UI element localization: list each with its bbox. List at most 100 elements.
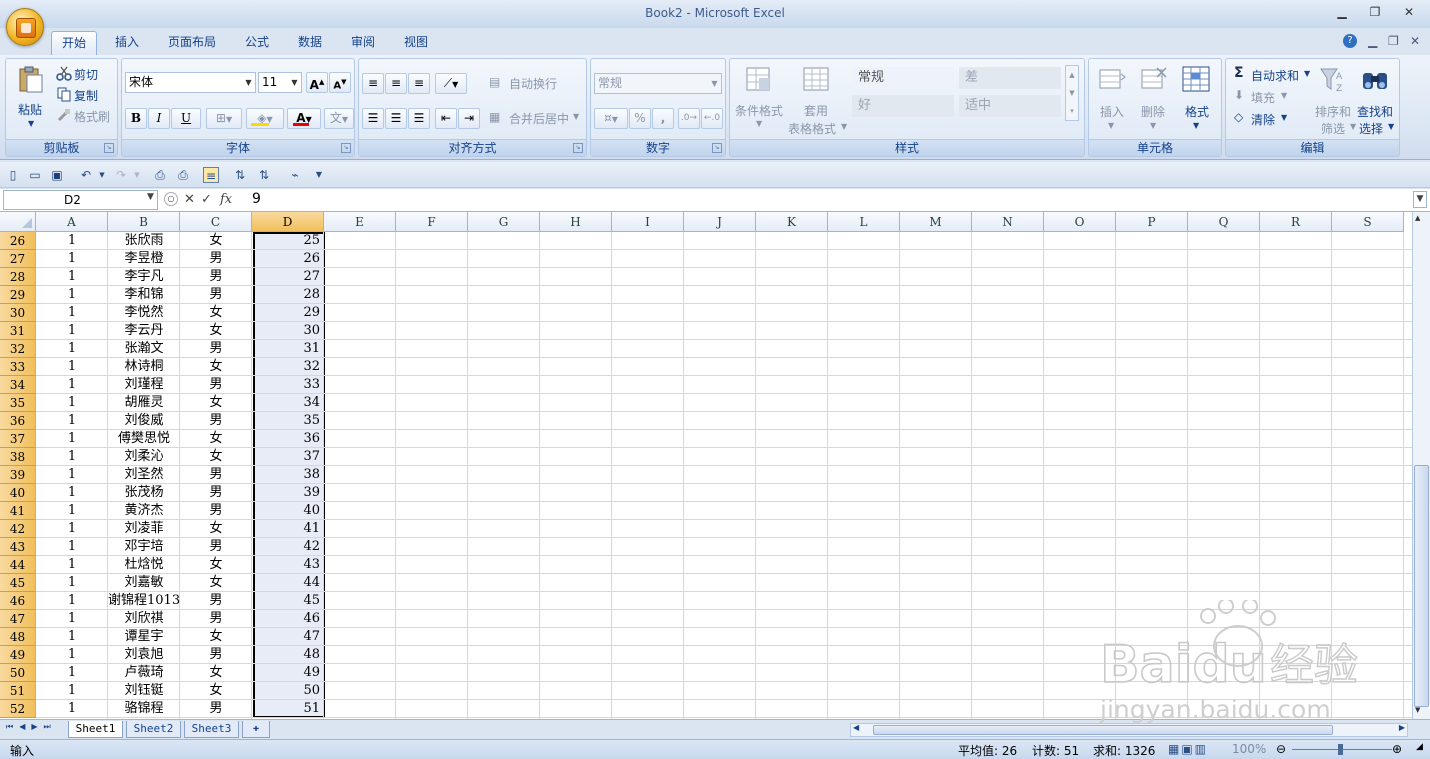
style-good[interactable]: 好 — [852, 95, 954, 117]
cell-a[interactable]: 1 — [36, 646, 108, 664]
format-painter-button[interactable]: 格式刷 — [74, 108, 110, 125]
cell-c[interactable]: 男 — [180, 466, 252, 484]
formula-expand-icon[interactable]: ▼ — [1413, 191, 1427, 208]
format-painter-qat-icon[interactable]: ⌁ — [287, 167, 303, 183]
cell-a[interactable]: 1 — [36, 466, 108, 484]
underline-button[interactable]: U — [171, 108, 201, 129]
cell-d[interactable]: 36 — [252, 430, 324, 448]
cell-a[interactable]: 1 — [36, 340, 108, 358]
row-header[interactable]: 40 — [0, 484, 36, 502]
undo-icon[interactable]: ↶ — [78, 167, 94, 183]
cell-a[interactable]: 1 — [36, 574, 108, 592]
clipboard-launcher-icon[interactable]: ↘ — [104, 143, 114, 153]
copy-icon[interactable] — [56, 86, 72, 102]
close-icon[interactable]: ✕ — [1397, 5, 1421, 21]
sheet-nav-icons[interactable]: ⏮◀▶⏭ — [6, 722, 57, 732]
cell-c[interactable]: 女 — [180, 232, 252, 250]
row-header[interactable]: 33 — [0, 358, 36, 376]
cut-button[interactable]: 剪切 — [74, 66, 98, 83]
decrease-decimal-icon[interactable]: ←.0 — [701, 108, 723, 129]
insert-cells-button[interactable]: 插入 — [1100, 103, 1124, 120]
delete-dropdown-icon[interactable]: ▼ — [1150, 121, 1156, 130]
font-size-combo[interactable]: 11 ▼ — [258, 72, 302, 93]
scroll-up-icon[interactable]: ▲ — [1415, 214, 1420, 222]
column-header-i[interactable]: I — [612, 212, 684, 232]
column-header-s[interactable]: S — [1332, 212, 1404, 232]
style-neutral[interactable]: 适中 — [959, 95, 1061, 117]
find-binoculars-icon[interactable] — [1360, 65, 1390, 95]
zoom-level[interactable]: 100% — [1232, 742, 1266, 756]
cell-c[interactable]: 女 — [180, 628, 252, 646]
column-header-n[interactable]: N — [972, 212, 1044, 232]
cell-b[interactable]: 卢薇琦 — [108, 664, 180, 682]
column-header-d[interactable]: D — [252, 212, 324, 232]
phonetic-button[interactable]: 文▼ — [324, 108, 354, 129]
select-all-corner[interactable] — [0, 212, 36, 232]
sort-dropdown-icon[interactable]: ▼ — [1350, 122, 1356, 131]
cell-d[interactable]: 49 — [252, 664, 324, 682]
cell-c[interactable]: 女 — [180, 430, 252, 448]
column-header-b[interactable]: B — [108, 212, 180, 232]
merge-dropdown-icon[interactable]: ▼ — [573, 112, 579, 121]
cell-c[interactable]: 女 — [180, 322, 252, 340]
grow-font-button[interactable]: A▲ — [306, 72, 328, 93]
cell-c[interactable]: 男 — [180, 376, 252, 394]
cell-d[interactable]: 29 — [252, 304, 324, 322]
tab-review[interactable]: 审阅 — [341, 31, 385, 55]
cell-c[interactable]: 男 — [180, 538, 252, 556]
clear-dropdown-icon[interactable]: ▼ — [1281, 113, 1287, 122]
scroll-down-icon[interactable]: ▼ — [1415, 706, 1420, 714]
cell-c[interactable]: 男 — [180, 646, 252, 664]
insert-cells-icon[interactable] — [1097, 65, 1127, 95]
row-header[interactable]: 47 — [0, 610, 36, 628]
cell-a[interactable]: 1 — [36, 394, 108, 412]
cell-a[interactable]: 1 — [36, 628, 108, 646]
row-header[interactable]: 29 — [0, 286, 36, 304]
cell-d[interactable]: 40 — [252, 502, 324, 520]
cell-a[interactable]: 1 — [36, 268, 108, 286]
cell-c[interactable]: 男 — [180, 592, 252, 610]
row-header[interactable]: 34 — [0, 376, 36, 394]
tab-home[interactable]: 开始 — [51, 31, 97, 55]
fill-dropdown-icon[interactable]: ▼ — [1281, 91, 1287, 100]
column-header-p[interactable]: P — [1116, 212, 1188, 232]
paste-label[interactable]: 粘贴 — [18, 101, 42, 118]
table-format-icon[interactable] — [801, 65, 831, 95]
row-header[interactable]: 52 — [0, 700, 36, 718]
insert-sheet-icon[interactable]: ✚ — [242, 721, 270, 738]
cell-a[interactable]: 1 — [36, 556, 108, 574]
cell-c[interactable]: 女 — [180, 448, 252, 466]
cell-b[interactable]: 刘瑾程 — [108, 376, 180, 394]
comma-button[interactable]: , — [652, 108, 674, 129]
new-file-icon[interactable]: ▯ — [5, 167, 21, 183]
cell-d[interactable]: 51 — [252, 700, 324, 718]
cell-c[interactable]: 男 — [180, 610, 252, 628]
row-header[interactable]: 41 — [0, 502, 36, 520]
cell-b[interactable]: 骆锦程 — [108, 700, 180, 718]
view-mode-icons[interactable]: ▦▣▥ — [1168, 742, 1208, 756]
increase-indent-icon[interactable]: ⇥ — [458, 108, 480, 129]
customize-qat-icon[interactable]: ▼ — [311, 167, 327, 183]
cell-b[interactable]: 黄济杰 — [108, 502, 180, 520]
cell-c[interactable]: 女 — [180, 304, 252, 322]
cell-b[interactable]: 张欣雨 — [108, 232, 180, 250]
tab-formulas[interactable]: 公式 — [235, 31, 279, 55]
delete-cells-icon[interactable] — [1139, 65, 1169, 95]
doc-minimize-icon[interactable]: ▁ — [1368, 34, 1377, 48]
redo-icon[interactable]: ↷ — [113, 167, 129, 183]
row-header[interactable]: 44 — [0, 556, 36, 574]
namebox-dropdown-icon[interactable]: ▼ — [147, 192, 154, 202]
undo-dropdown-icon[interactable]: ▼ — [94, 167, 110, 183]
cell-a[interactable]: 1 — [36, 538, 108, 556]
column-header-h[interactable]: H — [540, 212, 612, 232]
cell-c[interactable]: 男 — [180, 484, 252, 502]
help-icon[interactable]: ? — [1343, 34, 1357, 48]
cell-c[interactable]: 女 — [180, 520, 252, 538]
cell-c[interactable]: 女 — [180, 358, 252, 376]
insert-dropdown-icon[interactable]: ▼ — [1108, 121, 1114, 130]
horizontal-scroll-thumb[interactable] — [873, 725, 1333, 735]
row-header[interactable]: 49 — [0, 646, 36, 664]
find-select-label-1[interactable]: 查找和 — [1357, 103, 1393, 120]
cell-d[interactable]: 46 — [252, 610, 324, 628]
bold-button[interactable]: B — [125, 108, 147, 129]
